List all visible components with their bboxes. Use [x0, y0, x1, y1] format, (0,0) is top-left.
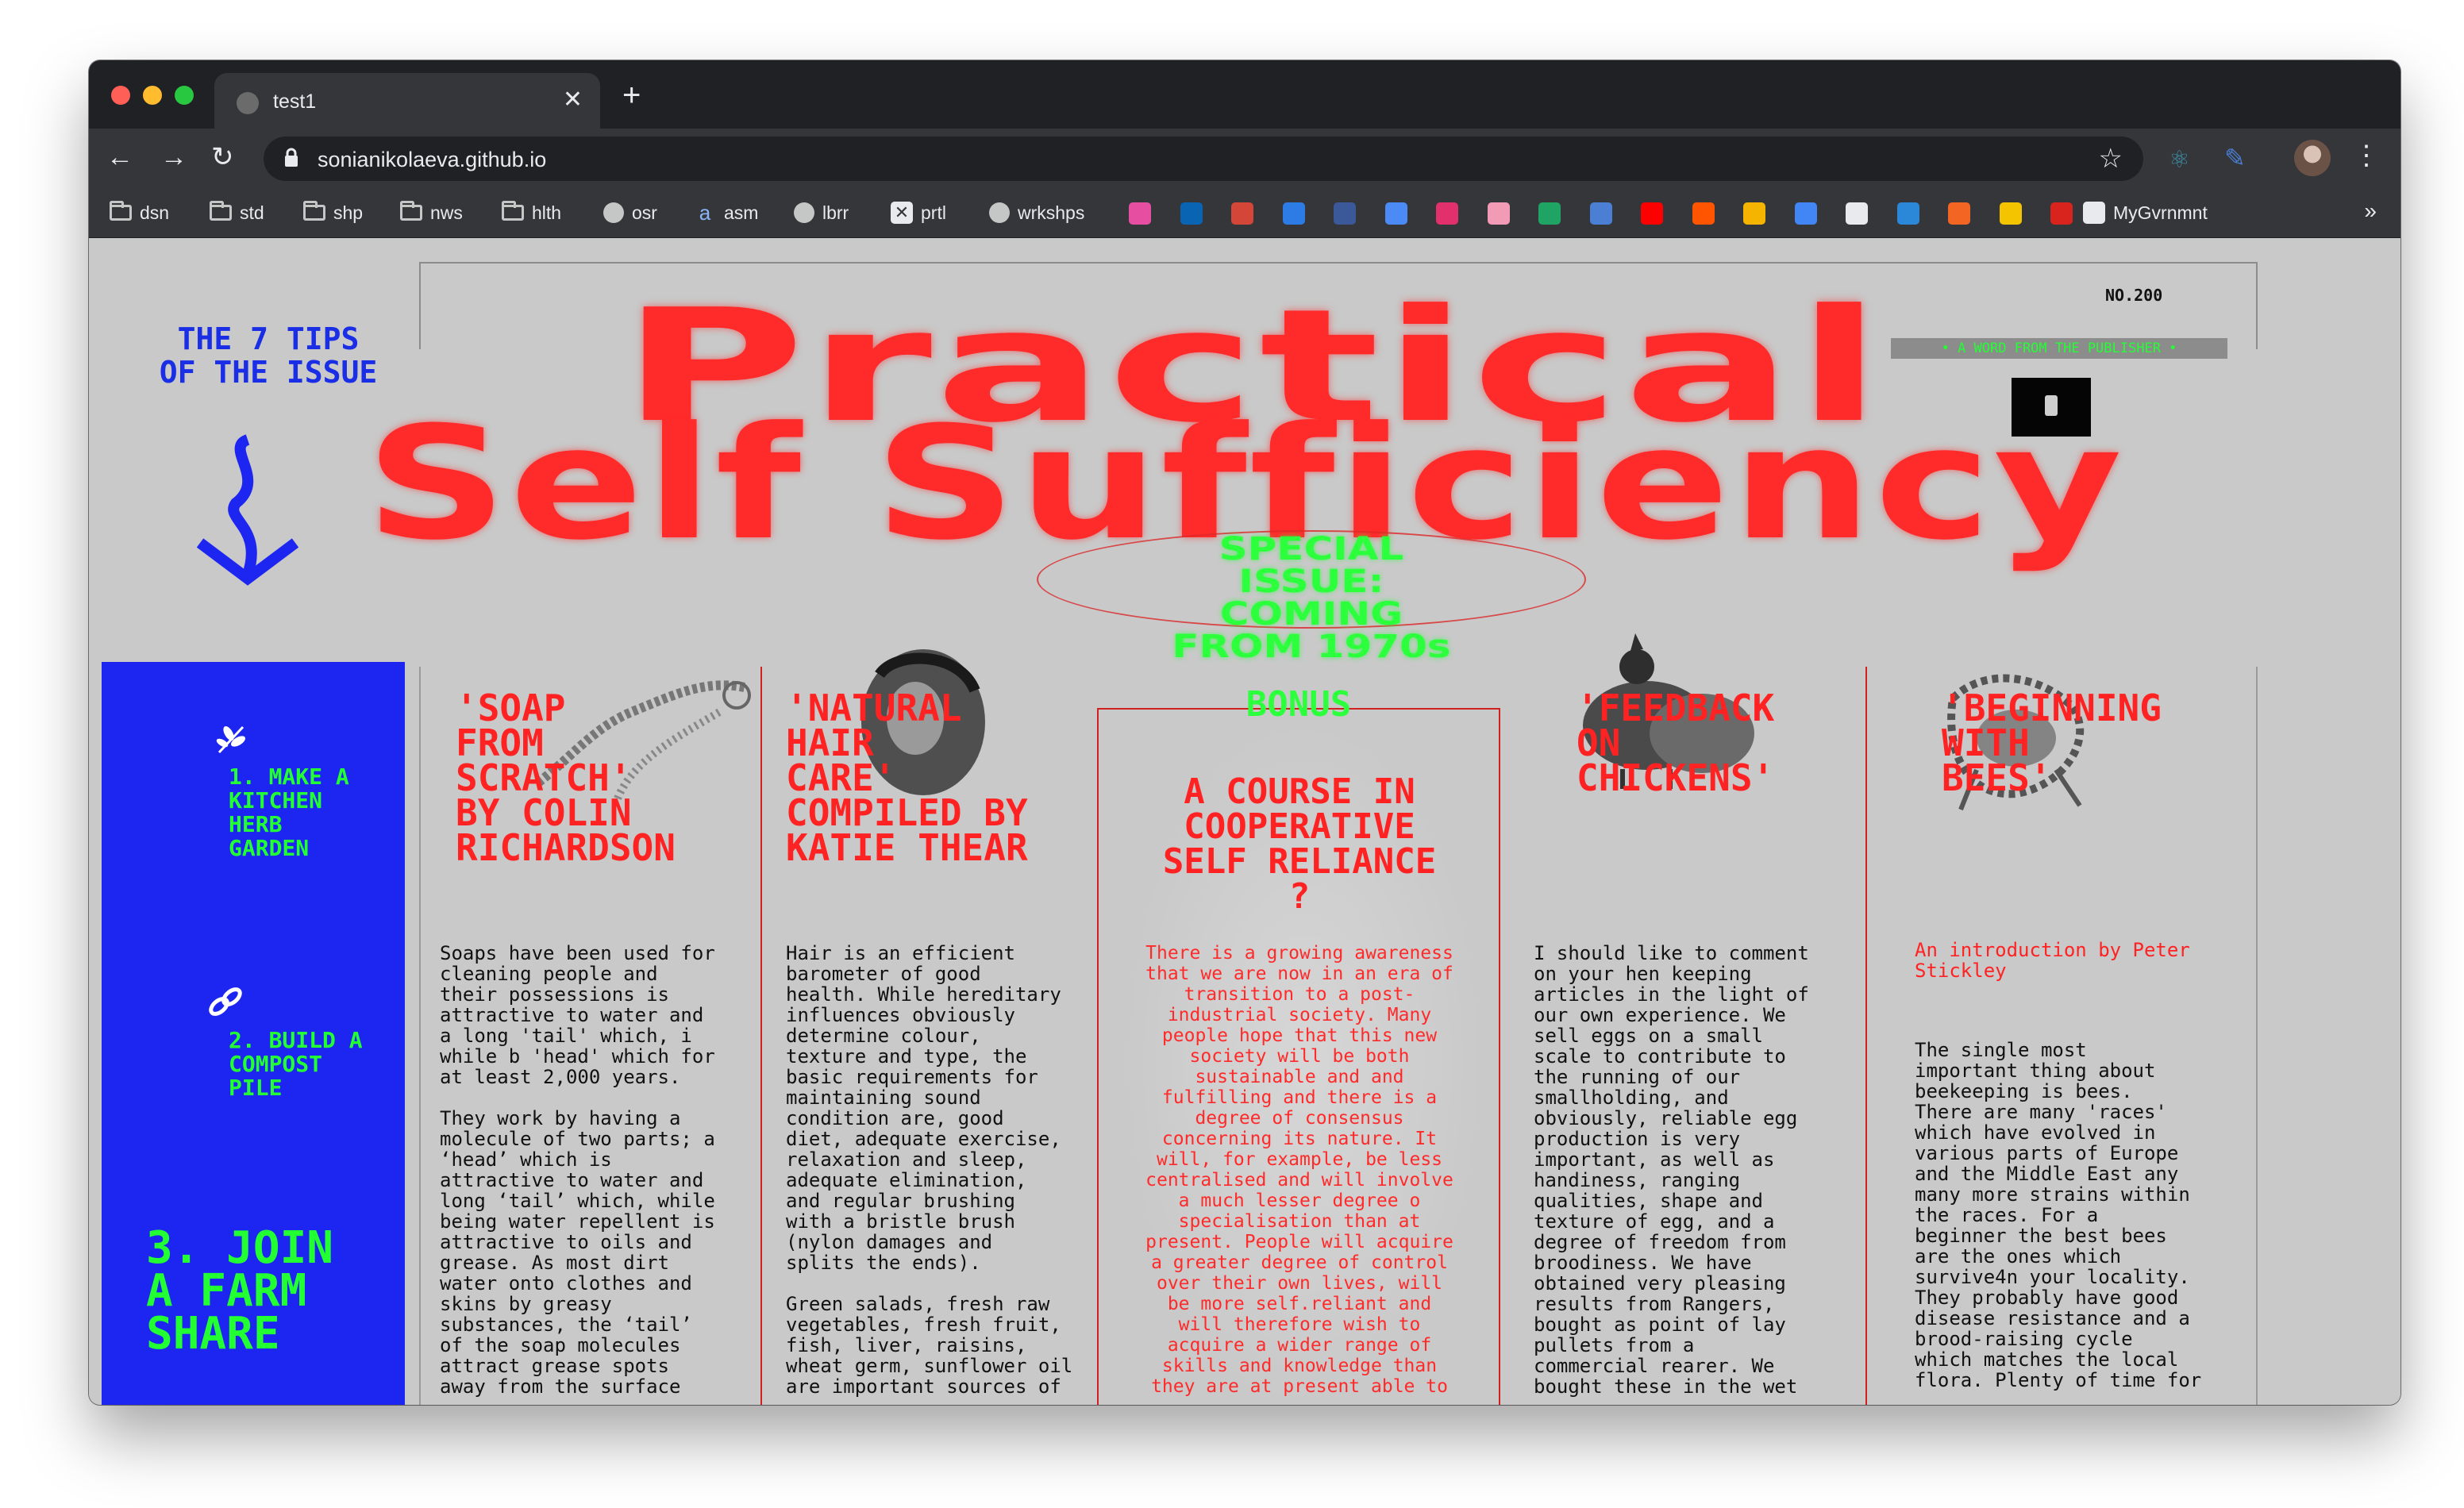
globe-icon [603, 202, 624, 223]
chain-icon [209, 987, 242, 1016]
profile-avatar[interactable] [2294, 140, 2331, 176]
web-page: THE 7 TIPS OF THE ISSUE NO.200 • A WORD … [89, 238, 2400, 1405]
article-title-bees[interactable]: 'BEGINNING WITH BEES' [1942, 690, 2162, 796]
bookmark-dsn[interactable]: dsn [110, 200, 169, 225]
folder-icon [110, 201, 132, 221]
bookmark-osr[interactable]: osr [603, 200, 657, 225]
article-title-hair[interactable]: 'NATURAL HAIR CARE' COMPILED BY KATIE TH… [786, 690, 1028, 866]
bookmark-favicon-icon[interactable] [1334, 202, 1356, 225]
bookmark-favicon-icon[interactable] [1948, 202, 1970, 225]
tip-3[interactable]: 3. JOIN A FARM SHARE [146, 1226, 333, 1356]
tip-2[interactable]: 2. BUILD A COMPOST PILE [229, 1029, 363, 1100]
title-bar: test1 ✕ + [89, 60, 2400, 129]
column-divider [2256, 667, 2258, 1405]
article-body-chickens: I should like to comment on your hen kee… [1534, 942, 1809, 1398]
tips-sidebar: 1. MAKE A KITCHEN HERB GARDEN 2. BUILD A… [102, 662, 405, 1405]
bookmark-favicon-icon[interactable] [1487, 202, 1510, 225]
url-text: sonianikolaeva.github.io [318, 148, 547, 171]
browser-toolbar: ← → ↻ sonianikolaeva.github.io ☆ ⚛ ✎ ⋮ [89, 129, 2400, 189]
bonus-label: BONUS [1245, 684, 1352, 725]
article-title-chickens[interactable]: 'FEEDBACK ON CHICKENS' [1577, 690, 1774, 796]
browser-menu-icon[interactable]: ⋮ [2353, 140, 2380, 171]
bookmark-favicon-icon[interactable] [1589, 202, 1612, 225]
bookmark-favicon-icon[interactable] [1999, 202, 2022, 225]
bookmark-favicon-icon[interactable] [1436, 202, 1458, 225]
bookmark-lbrr[interactable]: lbrr [794, 200, 849, 225]
bookmark-favicon-icon[interactable] [1896, 202, 1919, 225]
reload-button[interactable]: ↻ [211, 141, 234, 173]
article-body-hair: Hair is an efficient barometer of good h… [786, 942, 1073, 1398]
a-icon: a [694, 202, 716, 224]
folder-icon [400, 201, 422, 221]
more-bookmarks-icon[interactable]: » [2364, 198, 2377, 224]
article-body-bees: The single most important thing about be… [1915, 1039, 2202, 1391]
folder-icon [502, 201, 524, 221]
folder-icon [210, 201, 232, 221]
maximize-window-button[interactable] [175, 86, 194, 105]
lock-icon [285, 148, 298, 167]
browser-window: test1 ✕ + ← → ↻ sonianikolaeva.github.io… [89, 60, 2400, 1405]
tab-title: test1 [273, 90, 317, 113]
browser-tab[interactable]: test1 ✕ [214, 73, 600, 129]
bookmark-std[interactable]: std [210, 200, 264, 225]
close-window-button[interactable] [111, 86, 130, 105]
bookmark-favicon-icon[interactable] [1180, 202, 1203, 225]
bookmark-prtl[interactable]: ✕ prtl [891, 200, 946, 225]
article-body-soap: Soaps have been used for cleaning people… [440, 942, 715, 1398]
bookmark-favicon-icon[interactable] [1794, 202, 1817, 225]
bookmark-favicon-icon[interactable] [1743, 202, 1765, 225]
folder-icon [303, 201, 325, 221]
article-title-bonus[interactable]: A COURSE IN COOPERATIVE SELF RELIANCE ? [1113, 775, 1486, 914]
bookmark-favicon-icon[interactable] [1231, 202, 1253, 225]
extension-feather-icon[interactable]: ✎ [2224, 143, 2246, 173]
bookmark-favicon-icon[interactable] [1129, 202, 1151, 225]
down-arrow-icon [196, 434, 299, 586]
bookmark-favicon-icon[interactable] [1692, 202, 1715, 225]
x-icon: ✕ [891, 202, 913, 224]
bookmark-shp[interactable]: shp [303, 200, 363, 225]
globe-icon [794, 202, 814, 223]
column-divider [760, 667, 762, 1405]
bookmark-wrkshps[interactable]: wrkshps [989, 200, 1084, 225]
article-body-bonus: There is a growing awareness that we are… [1145, 943, 1453, 1397]
bookmark-star-icon[interactable]: ☆ [2099, 143, 2123, 175]
article-title-soap[interactable]: 'SOAP FROM SCRATCH' BY COLIN RICHARDSON [456, 690, 676, 866]
bookmark-favicon-icon[interactable] [1538, 202, 1561, 225]
new-tab-button[interactable]: + [622, 79, 641, 111]
column-divider [1865, 667, 1867, 1405]
tab-favicon-icon [237, 92, 259, 114]
bookmark-favicon-icon[interactable] [1384, 202, 1407, 225]
bookmark-favicon-icon[interactable] [2050, 202, 2073, 225]
gov-icon [2083, 202, 2105, 224]
special-issue-label: SPECIAL ISSUE: COMING FROM 1970s [1172, 531, 1451, 665]
bookmark-favicon-icon[interactable] [1846, 202, 1868, 225]
bookmark-nws[interactable]: nws [400, 200, 463, 225]
bookmarks-bar: dsn std shp nws hlth osr a asm lbrr ✕ prtl… [89, 189, 2400, 238]
bookmark-asm[interactable]: a asm [694, 200, 758, 225]
column-divider [419, 667, 421, 1405]
back-button[interactable]: ← [106, 141, 133, 173]
tip-1[interactable]: 1. MAKE A KITCHEN HERB GARDEN [229, 765, 349, 860]
minimize-window-button[interactable] [143, 86, 162, 105]
globe-icon [989, 202, 1010, 223]
tab-close-icon[interactable]: ✕ [563, 86, 583, 113]
bookmark-mygvrnmnt[interactable]: MyGvrnmnt [2083, 200, 2208, 225]
bookmark-hlth[interactable]: hlth [502, 200, 561, 225]
extension-react-icon[interactable]: ⚛ [2169, 146, 2190, 174]
forward-button[interactable]: → [160, 141, 187, 173]
address-bar[interactable]: sonianikolaeva.github.io ☆ [264, 137, 2143, 181]
bookmark-favicon-icon[interactable] [1641, 202, 1663, 225]
bookmark-favicon-icon[interactable] [1282, 202, 1305, 225]
herb-icon [216, 725, 246, 754]
article-subtitle-bees: An introduction by Peter Stickley [1915, 939, 2190, 982]
